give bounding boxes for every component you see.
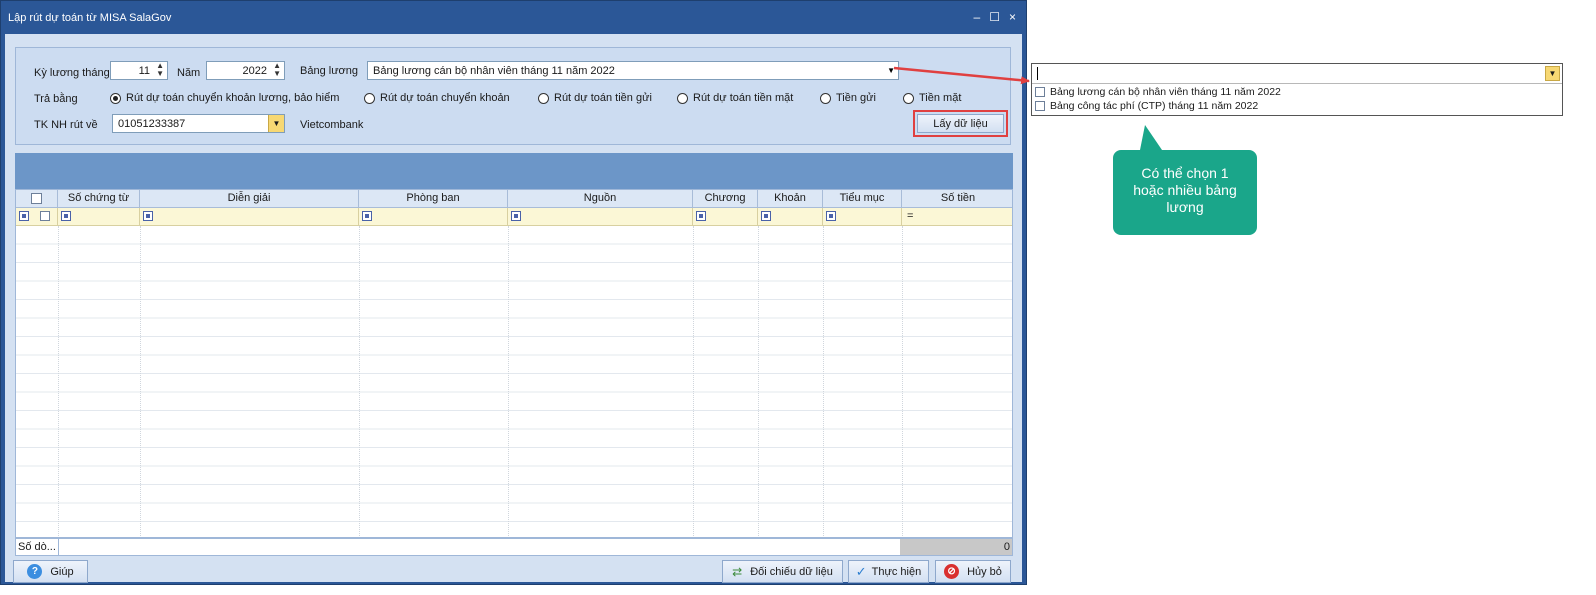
dropdown-arrow-icon[interactable]: ▼ xyxy=(1545,66,1560,81)
text-caret xyxy=(1037,67,1038,80)
tooltip-callout: Có thể chọn 1 hoặc nhiều bảng lương xyxy=(1113,150,1257,235)
option-label: Bảng lương cán bộ nhân viên tháng 11 năm… xyxy=(1050,86,1281,98)
option-label: Bảng công tác phí (CTP) tháng 11 năm 202… xyxy=(1050,100,1259,112)
bang-luong-dropdown-list: ▼ Bảng lương cán bộ nhân viên tháng 11 n… xyxy=(1031,63,1563,116)
option-checkbox[interactable] xyxy=(1035,87,1045,97)
dropdown-option-0[interactable]: Bảng lương cán bộ nhân viên tháng 11 năm… xyxy=(1035,86,1281,98)
callout-text: Có thể chọn 1 hoặc nhiều bảng lương xyxy=(1133,165,1237,215)
dropdown-option-1[interactable]: Bảng công tác phí (CTP) tháng 11 năm 202… xyxy=(1035,100,1258,112)
dropdown-search-input[interactable]: ▼ xyxy=(1032,64,1562,84)
option-checkbox[interactable] xyxy=(1035,101,1045,111)
